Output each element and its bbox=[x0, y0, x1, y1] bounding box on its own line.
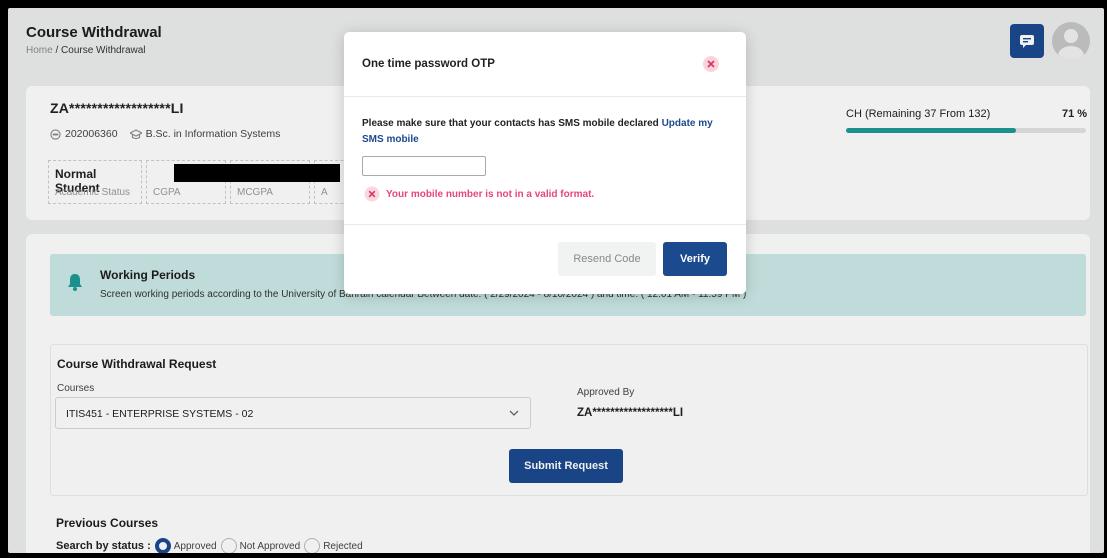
otp-modal-message: Please make sure that your contacts has … bbox=[362, 116, 722, 148]
modal-footer-divider bbox=[344, 224, 746, 225]
close-icon[interactable] bbox=[702, 55, 720, 73]
verify-button[interactable]: Verify bbox=[663, 242, 727, 276]
otp-input[interactable] bbox=[362, 156, 486, 176]
app-window: Course Withdrawal Home / Course Withdraw… bbox=[8, 8, 1104, 553]
otp-error-text: Your mobile number is not in a valid for… bbox=[386, 188, 595, 200]
otp-modal: One time password OTP Please make sure t… bbox=[344, 32, 746, 294]
error-icon bbox=[364, 186, 380, 202]
resend-code-button[interactable]: Resend Code bbox=[558, 242, 656, 276]
otp-error: Your mobile number is not in a valid for… bbox=[364, 186, 594, 202]
otp-modal-header: One time password OTP bbox=[344, 32, 746, 97]
otp-message-text: Please make sure that your contacts has … bbox=[362, 118, 662, 129]
otp-modal-title: One time password OTP bbox=[362, 58, 495, 70]
